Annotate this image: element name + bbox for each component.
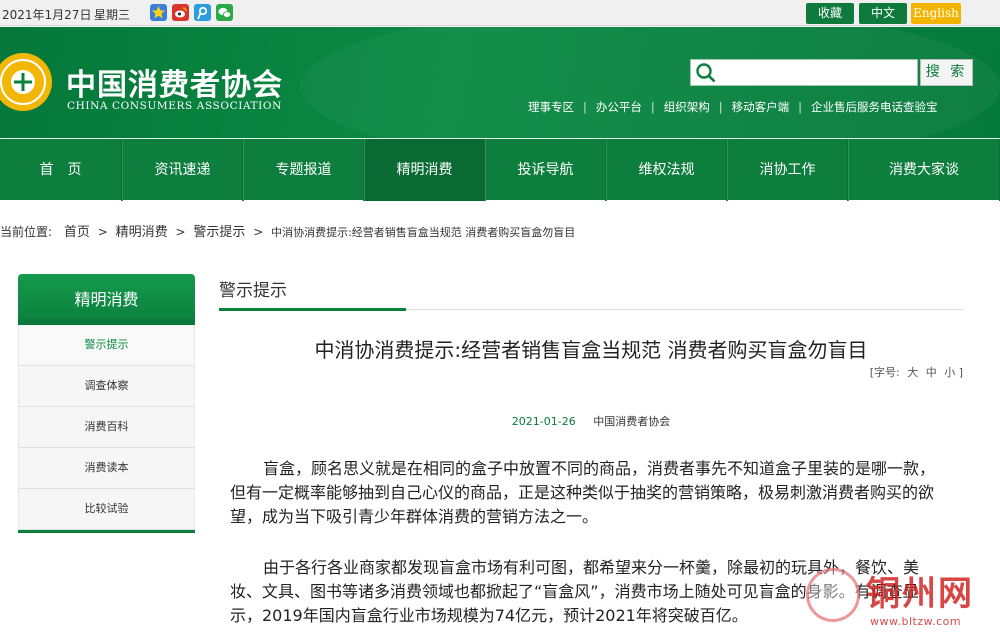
search-button[interactable]: 搜 索 (920, 59, 973, 86)
cca-logo-icon[interactable] (0, 51, 54, 113)
quicklink-organization[interactable]: 组织架构 (664, 99, 710, 115)
quicklink-mobile-client[interactable]: 移动客户端 (732, 99, 790, 115)
main-nav: 首 页 资讯速递 专题报道 精明消费 投诉导航 维权法规 消协工作 消费大家谈 (0, 138, 1000, 201)
current-weekday: 星期三 (94, 8, 131, 22)
chevron-right-icon: > (253, 225, 264, 239)
quick-links: 理事专区 | 办公平台 | 组织架构 | 移动客户端 | 企业售后服务电话查验宝 (528, 99, 938, 115)
breadcrumb-warnings[interactable]: 警示提示 (193, 221, 245, 240)
nav-item-news[interactable]: 资讯速递 (122, 139, 243, 201)
sidebar-item-surveys[interactable]: 调查体察 (18, 366, 195, 407)
nav-item-special-reports[interactable]: 专题报道 (243, 139, 364, 201)
search-box (690, 59, 918, 86)
site-header: 中国消费者协会 CHINA CONSUMERS ASSOCIATION 搜 索 … (0, 27, 1000, 138)
quicklink-council-area[interactable]: 理事专区 (528, 99, 574, 115)
nav-item-smart-consumption[interactable]: 精明消费 (364, 139, 485, 201)
section-title: 警示提示 (219, 281, 287, 301)
sidebar-item-comparison-tests[interactable]: 比较试验 (18, 489, 195, 530)
font-size-large-button[interactable]: 大 (907, 364, 918, 380)
font-size-switcher: [字号: 大 中 小 ] (870, 364, 963, 380)
sidebar-item-readers[interactable]: 消费读本 (18, 448, 195, 489)
search-icon (696, 63, 716, 83)
wechat-icon[interactable] (216, 4, 233, 21)
sidebar: 精明消费 警示提示 调查体察 消费百科 消费读本 比较试验 (18, 274, 195, 533)
current-date: 2021年1月27日 (2, 8, 92, 22)
article-title: 中消协消费提示:经营者销售盲盒当规范 消费者购买盲盒勿盲目 (314, 338, 868, 362)
breadcrumb-smart-consumption[interactable]: 精明消费 (116, 221, 168, 240)
section-divider-accent (219, 308, 406, 311)
quicklink-service-lookup[interactable]: 企业售后服务电话查验宝 (811, 99, 938, 115)
article-date: 2021-01-26 (511, 415, 576, 428)
nav-item-association-work[interactable]: 消协工作 (727, 139, 848, 201)
breadcrumb-home[interactable]: 首页 (64, 221, 90, 240)
font-size-small-button[interactable]: 小 (944, 364, 955, 380)
site-title-english: CHINA CONSUMERS ASSOCIATION (67, 100, 282, 112)
quicklink-office-platform[interactable]: 办公平台 (596, 99, 642, 115)
tencent-weibo-icon[interactable] (194, 4, 211, 21)
site-title[interactable]: 中国消费者协会 (66, 60, 283, 104)
watermark-url: www.bltzw.com (870, 615, 962, 628)
breadcrumb-current: 中消协消费提示:经营者销售盲盒当规范 消费者购买盲盒勿盲目 (271, 226, 576, 239)
bookmark-button[interactable]: 收藏 (806, 3, 854, 24)
nav-item-consumer-forum[interactable]: 消费大家谈 (848, 139, 1000, 201)
nav-item-rights-law[interactable]: 维权法规 (606, 139, 727, 201)
search-input[interactable] (721, 60, 911, 84)
nav-item-home[interactable]: 首 页 (0, 139, 122, 201)
weibo-icon[interactable] (172, 4, 189, 21)
breadcrumb: 当前位置: 首页 > 精明消费 > 警示提示 > 中消协消费提示:经营者销售盲盒… (0, 221, 575, 240)
chinese-language-button[interactable]: 中文 (859, 3, 907, 24)
breadcrumb-prefix: 当前位置: (0, 225, 53, 239)
font-size-close: ] (958, 366, 963, 379)
top-bar: 2021年1月27日 星期三 收藏 中文 English (0, 0, 1000, 26)
sidebar-title: 精明消费 (18, 274, 195, 325)
font-size-label: [字号: (869, 366, 900, 379)
watermark-seal-icon (806, 568, 860, 622)
sidebar-item-warnings[interactable]: 警示提示 (18, 325, 195, 366)
font-size-medium-button[interactable]: 中 (926, 364, 937, 380)
chevron-right-icon: > (175, 225, 186, 239)
article-paragraph: 盲盒，顾名思义就是在相同的盒子中放置不同的商品，消费者事先不知道盒子里装的是哪一… (230, 459, 936, 526)
article-meta: 2021-01-26 中国消费者协会 (219, 413, 963, 429)
article-source: 中国消费者协会 (593, 415, 671, 428)
nav-item-complaint-guide[interactable]: 投诉导航 (485, 139, 606, 201)
chevron-right-icon: > (97, 225, 108, 239)
qzone-icon[interactable] (150, 4, 167, 21)
english-language-button[interactable]: English (911, 3, 961, 24)
sidebar-item-encyclopedia[interactable]: 消费百科 (18, 407, 195, 448)
watermark-logo: 铜州网 (866, 574, 974, 614)
